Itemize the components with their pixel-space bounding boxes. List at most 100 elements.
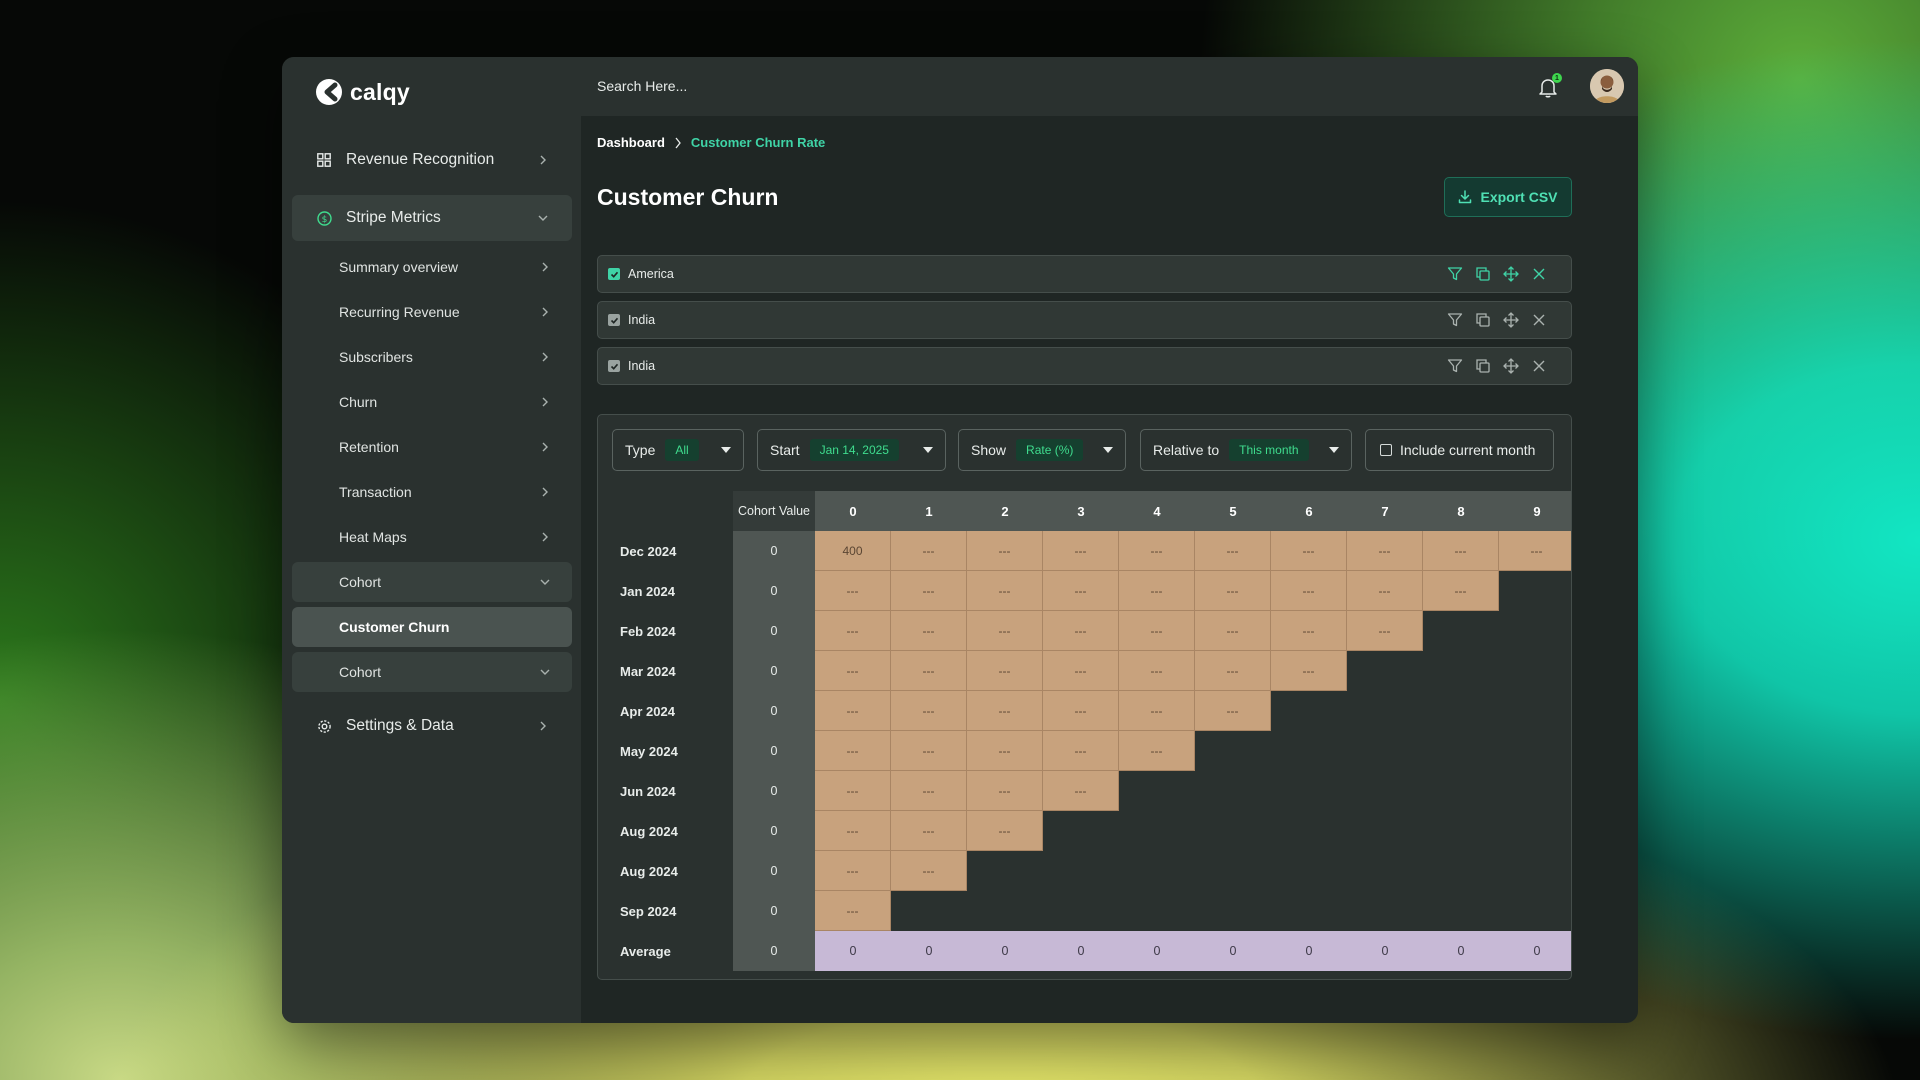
cohort-cell[interactable]: ---: [1119, 531, 1195, 571]
cohort-cell[interactable]: ---: [1195, 571, 1271, 611]
filter-checkbox[interactable]: [608, 268, 620, 280]
cohort-cell[interactable]: ---: [1043, 531, 1119, 571]
close-icon[interactable]: [1531, 358, 1547, 374]
search-input[interactable]: [597, 73, 1097, 99]
type-select[interactable]: Type All: [612, 429, 744, 471]
sidebar-subitem[interactable]: Recurring Revenue: [292, 292, 572, 332]
include-current-month-toggle[interactable]: Include current month: [1365, 429, 1554, 471]
copy-icon[interactable]: [1475, 266, 1491, 282]
cohort-cell[interactable]: ---: [815, 611, 891, 651]
cohort-cell[interactable]: ---: [891, 651, 967, 691]
nav-label: Revenue Recognition: [346, 151, 495, 168]
cohort-cell[interactable]: ---: [1043, 611, 1119, 651]
cohort-cell[interactable]: ---: [1499, 531, 1571, 571]
cohort-cell[interactable]: ---: [967, 531, 1043, 571]
cohort-cell[interactable]: ---: [1423, 571, 1499, 611]
chevron-right-icon: [542, 262, 548, 272]
cohort-cell[interactable]: ---: [891, 811, 967, 851]
copy-icon[interactable]: [1475, 312, 1491, 328]
cohort-cell[interactable]: ---: [815, 571, 891, 611]
cohort-cell[interactable]: ---: [891, 731, 967, 771]
nav-cohort-group[interactable]: Cohort: [292, 562, 572, 602]
cohort-cell[interactable]: 400: [815, 531, 891, 571]
move-icon[interactable]: [1503, 358, 1519, 374]
cohort-cell[interactable]: ---: [1043, 731, 1119, 771]
cohort-cell[interactable]: ---: [1271, 611, 1347, 651]
nav-customer-churn[interactable]: Customer Churn: [292, 607, 572, 647]
cohort-cell[interactable]: ---: [1347, 571, 1423, 611]
cohort-cell[interactable]: ---: [815, 691, 891, 731]
sidebar-subitem[interactable]: Retention: [292, 427, 572, 467]
cohort-cell[interactable]: ---: [967, 611, 1043, 651]
cohort-cell[interactable]: ---: [1119, 571, 1195, 611]
export-csv-button[interactable]: Export CSV: [1444, 177, 1572, 217]
cohort-cell[interactable]: ---: [1119, 611, 1195, 651]
cohort-cell[interactable]: ---: [891, 851, 967, 891]
close-icon[interactable]: [1531, 266, 1547, 282]
cohort-cell[interactable]: ---: [891, 611, 967, 651]
close-icon[interactable]: [1531, 312, 1547, 328]
cohort-cell[interactable]: ---: [815, 811, 891, 851]
cohort-cell[interactable]: ---: [967, 771, 1043, 811]
chevron-right-icon: [542, 532, 548, 542]
cohort-cell[interactable]: ---: [1195, 611, 1271, 651]
filter-checkbox[interactable]: [608, 314, 620, 326]
cohort-cell[interactable]: ---: [1119, 651, 1195, 691]
cohort-cell[interactable]: ---: [1043, 691, 1119, 731]
cohort-cell[interactable]: ---: [815, 731, 891, 771]
cohort-cell[interactable]: ---: [1119, 731, 1195, 771]
cohort-cell[interactable]: ---: [967, 651, 1043, 691]
chevron-down-icon: [540, 579, 550, 585]
cohort-cell[interactable]: ---: [967, 691, 1043, 731]
cohort-cell[interactable]: ---: [815, 891, 891, 931]
sidebar-subitem[interactable]: Transaction: [292, 472, 572, 512]
move-icon[interactable]: [1503, 266, 1519, 282]
cohort-cell[interactable]: ---: [1195, 691, 1271, 731]
cohort-cell[interactable]: ---: [1195, 531, 1271, 571]
cohort-cell[interactable]: ---: [1119, 691, 1195, 731]
cohort-cell[interactable]: ---: [1043, 571, 1119, 611]
avatar[interactable]: [1590, 69, 1624, 103]
brand[interactable]: calqy: [314, 77, 410, 107]
cohort-cell[interactable]: ---: [1347, 611, 1423, 651]
cohort-cell[interactable]: ---: [1347, 531, 1423, 571]
relative-to-select[interactable]: Relative to This month: [1140, 429, 1352, 471]
show-select[interactable]: Show Rate (%): [958, 429, 1126, 471]
start-date-select[interactable]: Start Jan 14, 2025: [757, 429, 946, 471]
filter-icon[interactable]: [1447, 266, 1463, 282]
filter-label: India: [628, 313, 656, 327]
cohort-cell[interactable]: ---: [1271, 651, 1347, 691]
cohort-cell[interactable]: ---: [967, 811, 1043, 851]
cohort-cell[interactable]: ---: [1271, 571, 1347, 611]
sidebar-subitem[interactable]: Subscribers: [292, 337, 572, 377]
cohort-cell[interactable]: ---: [815, 851, 891, 891]
cohort-cell[interactable]: ---: [1271, 531, 1347, 571]
filter-checkbox[interactable]: [608, 360, 620, 372]
period-header: 2: [967, 491, 1043, 531]
nav-stripe-metrics[interactable]: $ Stripe Metrics: [292, 195, 572, 241]
cohort-cell[interactable]: ---: [1043, 771, 1119, 811]
cohort-cell[interactable]: ---: [815, 651, 891, 691]
cohort-cell[interactable]: ---: [891, 571, 967, 611]
cohort-cell[interactable]: ---: [891, 691, 967, 731]
cohort-cell[interactable]: ---: [815, 771, 891, 811]
sidebar-subitem[interactable]: Heat Maps: [292, 517, 572, 557]
cohort-cell[interactable]: ---: [891, 771, 967, 811]
sidebar-subitem[interactable]: Churn: [292, 382, 572, 422]
filter-icon[interactable]: [1447, 312, 1463, 328]
copy-icon[interactable]: [1475, 358, 1491, 374]
cohort-cell[interactable]: ---: [967, 571, 1043, 611]
breadcrumb-dashboard[interactable]: Dashboard: [597, 135, 665, 150]
filter-icon[interactable]: [1447, 358, 1463, 374]
cohort-cell[interactable]: ---: [1423, 531, 1499, 571]
cohort-cell[interactable]: ---: [1195, 651, 1271, 691]
cohort-cell[interactable]: ---: [967, 731, 1043, 771]
caret-down-icon: [721, 447, 731, 453]
nav-settings-data[interactable]: Settings & Data: [292, 706, 572, 746]
nav-cohort-group-2[interactable]: Cohort: [292, 652, 572, 692]
cohort-cell[interactable]: ---: [891, 531, 967, 571]
nav-revenue-recognition[interactable]: Revenue Recognition: [292, 140, 572, 180]
cohort-cell[interactable]: ---: [1043, 651, 1119, 691]
move-icon[interactable]: [1503, 312, 1519, 328]
sidebar-subitem[interactable]: Summary overview: [292, 247, 572, 287]
